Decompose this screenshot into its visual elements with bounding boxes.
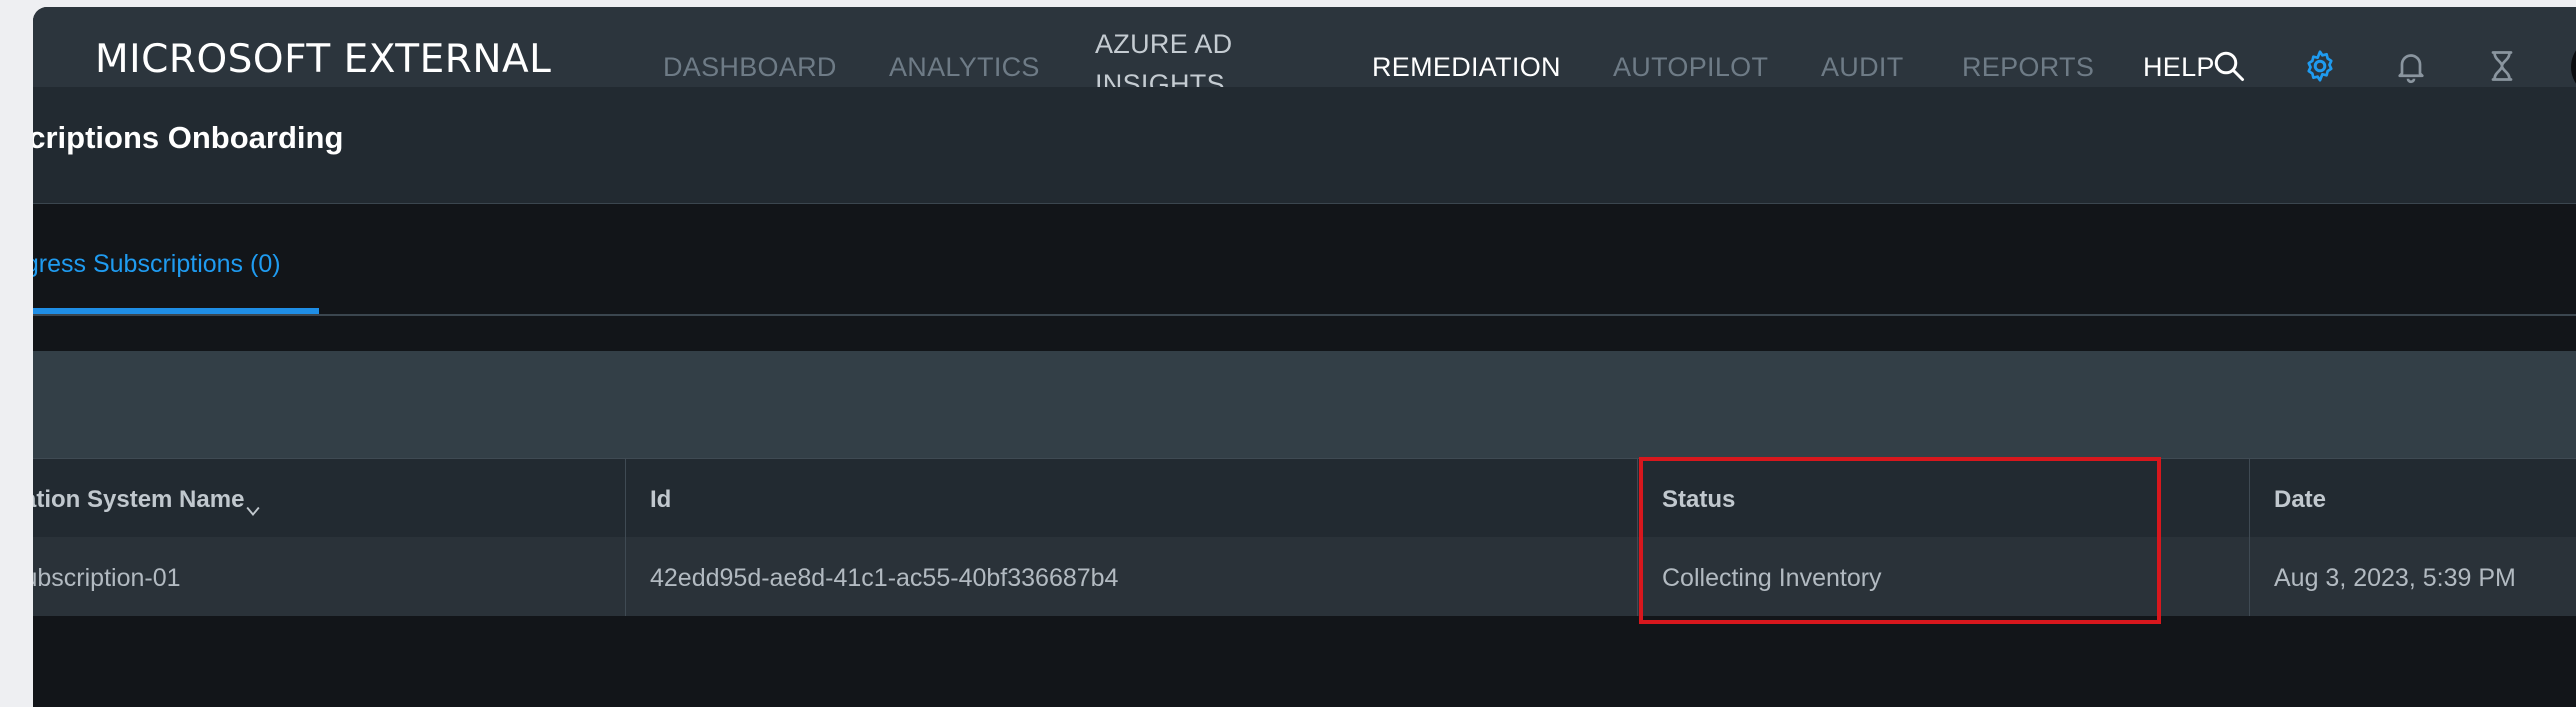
tab-in-progress-subscriptions[interactable]: ogress Subscriptions (0) [33, 204, 319, 314]
hourglass-icon[interactable] [2484, 48, 2520, 84]
page-title: scriptions Onboarding [33, 120, 344, 155]
tab-bar: ogress Subscriptions (0) [33, 204, 2576, 316]
brand-logo[interactable]: MICROSOFT EXTERNAL [95, 35, 551, 85]
tab-label: ogress Subscriptions (0) [33, 250, 281, 278]
app-window: MICROSOFT EXTERNAL DASHBOARD ANALYTICS A… [33, 7, 2576, 707]
column-header-status[interactable]: Status [1637, 459, 2283, 537]
table-header: zation System Name Id Status Date [33, 458, 2576, 538]
page-header: scriptions Onboarding [33, 87, 2576, 204]
cell-date: Aug 3, 2023, 5:39 PM [2249, 537, 2576, 616]
sort-chevron-down-icon[interactable] [246, 505, 260, 517]
table-toolbar [33, 351, 2576, 458]
table-row[interactable]: subscription-01 42edd95d-ae8d-41c1-ac55-… [33, 537, 2576, 616]
nav-autopilot[interactable]: AUTOPILOT [1613, 47, 1768, 87]
nav-dashboard[interactable]: DASHBOARD [663, 47, 837, 87]
column-header-label: Date [2274, 486, 2327, 513]
search-icon[interactable] [2211, 48, 2247, 84]
cell-id: 42edd95d-ae8d-41c1-ac55-40bf336687b4 [625, 537, 1637, 616]
nav-audit[interactable]: AUDIT [1821, 47, 1904, 87]
nav-help[interactable]: HELP [2143, 47, 2215, 87]
cell-status: Collecting Inventory [1637, 537, 2283, 616]
column-header-date[interactable]: Date [2249, 459, 2576, 537]
active-tab-indicator [33, 308, 319, 314]
top-navigation: MICROSOFT EXTERNAL DASHBOARD ANALYTICS A… [33, 7, 2576, 97]
nav-analytics[interactable]: ANALYTICS [889, 47, 1040, 87]
column-header-id[interactable]: Id [625, 459, 1637, 537]
nav-azure-ad-insights[interactable]: AZURE AD INSIGHTS [1095, 24, 1255, 87]
column-header-label: Id [650, 486, 672, 513]
column-header-name[interactable]: zation System Name [33, 459, 625, 537]
nav-reports[interactable]: REPORTS [1962, 47, 2094, 87]
column-header-label: zation System Name [33, 486, 245, 513]
cell-name: subscription-01 [33, 564, 181, 592]
gear-icon[interactable] [2302, 48, 2338, 84]
column-header-label: Status [1662, 486, 1736, 513]
bell-icon[interactable] [2393, 48, 2429, 84]
nav-remediation[interactable]: REMEDIATION [1372, 47, 1561, 87]
